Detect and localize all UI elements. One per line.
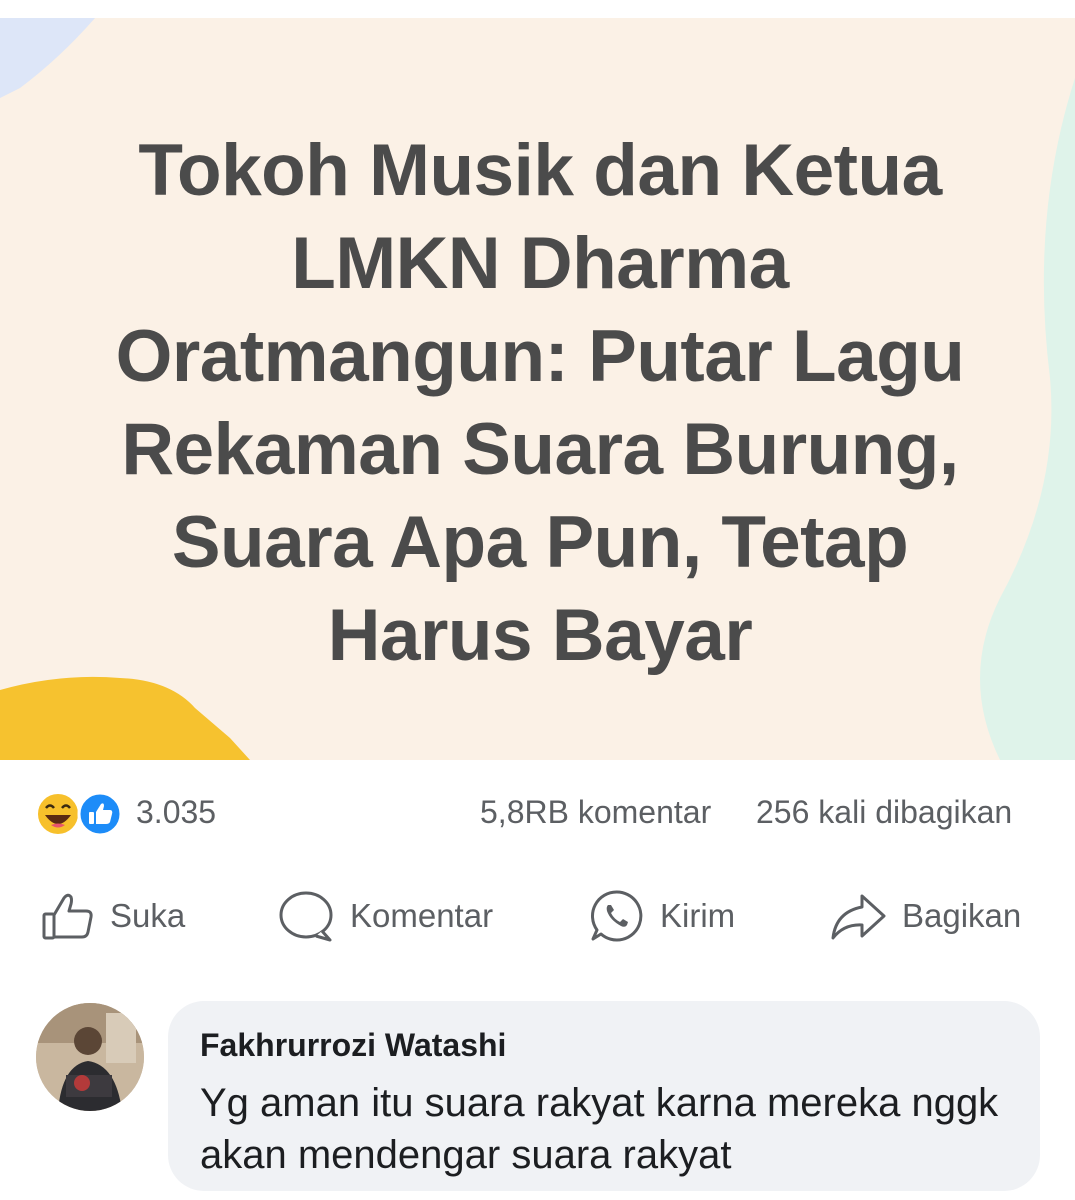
comment-bubble: Fakhrurrozi Watashi Yg aman itu suara ra…: [168, 1001, 1040, 1191]
send-label: Kirim: [660, 897, 736, 934]
comment-button[interactable]: Komentar: [276, 880, 493, 952]
share-arrow-icon: [831, 894, 886, 940]
send-button[interactable]: Kirim: [588, 880, 735, 952]
comment-author[interactable]: Fakhrurrozi Watashi: [200, 1027, 506, 1064]
post-headline: Tokoh Musik dan Ketua LMKN Dharma Oratma…: [115, 130, 965, 676]
laughing-emoji-icon: [36, 792, 80, 836]
like-thumb-icon: [77, 791, 123, 837]
comment-label: Komentar: [350, 897, 494, 934]
avatar[interactable]: [36, 1003, 144, 1111]
reaction-icons[interactable]: [32, 788, 132, 837]
like-button[interactable]: Suka: [40, 880, 185, 952]
share-label: Bagikan: [902, 897, 1022, 934]
thumbs-up-icon: [42, 893, 93, 940]
reaction-count[interactable]: 3.035: [136, 794, 216, 831]
whatsapp-icon: [590, 890, 643, 942]
share-button[interactable]: Bagikan: [828, 880, 1021, 952]
post-actions: Suka Komentar Kirim Bagikan: [0, 880, 1075, 952]
shares-count[interactable]: 256 kali dibagikan: [756, 794, 1012, 831]
post-image[interactable]: Tokoh Musik dan Ketua LMKN Dharma Oratma…: [0, 18, 1075, 760]
comment-bubble-icon: [279, 891, 333, 942]
reactions-summary: 3.035 5,8RB komentar 256 kali dibagikan: [0, 780, 1075, 840]
comment-text: Yg aman itu suara rakyat karna mereka ng…: [200, 1081, 999, 1177]
comment-item: Fakhrurrozi Watashi Yg aman itu suara ra…: [0, 995, 1075, 1200]
like-label: Suka: [110, 897, 186, 934]
comments-count[interactable]: 5,8RB komentar: [480, 794, 711, 831]
